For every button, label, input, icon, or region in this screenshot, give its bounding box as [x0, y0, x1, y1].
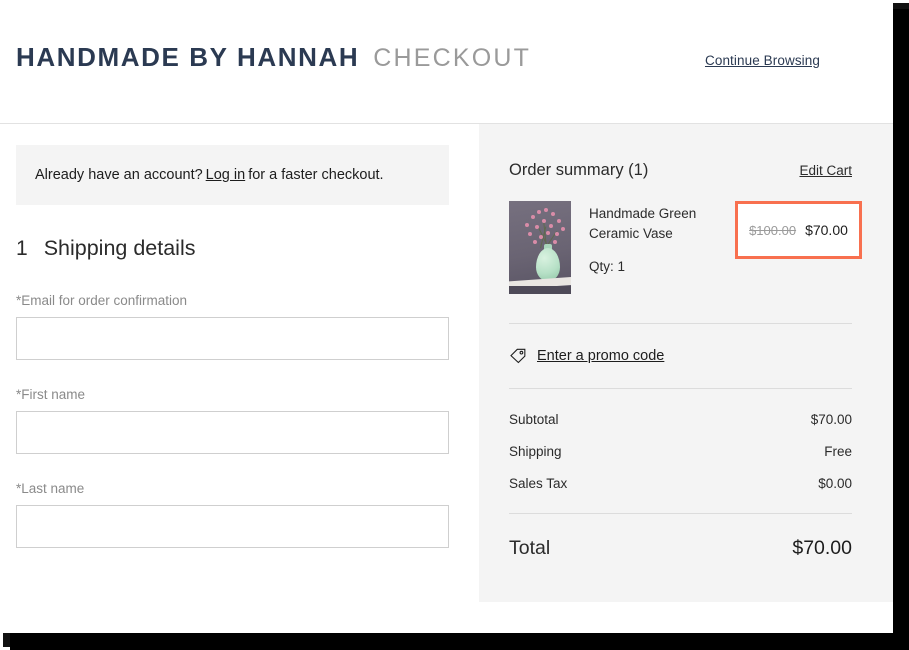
blossom	[544, 208, 548, 212]
window-edge-corner-bottom	[0, 629, 10, 650]
grand-total-label: Total	[509, 537, 551, 559]
shipping-step-heading: 1 Shipping details	[16, 236, 479, 261]
order-summary-header: Order summary (1) Edit Cart	[509, 124, 852, 180]
window-edge-corner	[889, 0, 909, 9]
blossom	[535, 225, 539, 229]
shipping-value: Free	[824, 444, 852, 459]
edit-cart-link[interactable]: Edit Cart	[799, 163, 852, 178]
blossom	[546, 231, 550, 235]
shelf-shadow	[509, 286, 571, 294]
blossom	[539, 235, 543, 239]
log-in-link[interactable]: Log in	[206, 167, 246, 183]
product-thumbnail[interactable]	[509, 201, 571, 294]
blossom	[557, 219, 561, 223]
divider	[509, 388, 852, 389]
checkout-page: HANDMADE BY HANNAH CHECKOUT Continue Bro…	[0, 0, 893, 633]
order-summary-title: Order summary (1)	[509, 161, 649, 179]
first-name-field-label: *First name	[16, 387, 86, 402]
last-name-input[interactable]	[16, 505, 449, 548]
step-title: Shipping details	[43, 236, 196, 260]
totals-list: Subtotal $70.00 Shipping Free Sales Tax …	[509, 412, 852, 491]
grand-total-row: Total $70.00	[509, 537, 852, 560]
cart-line-item: Handmade Green Ceramic Vase Qty: 1 $100.…	[509, 201, 862, 294]
blossom	[528, 232, 532, 236]
first-name-input[interactable]	[16, 411, 449, 454]
sales-tax-row: Sales Tax $0.00	[509, 476, 852, 491]
cart-item-name: Handmade Green Ceramic Vase	[589, 206, 697, 241]
subtotal-row: Subtotal $70.00	[509, 412, 852, 427]
blossom	[551, 212, 555, 216]
login-banner-suffix: for a faster checkout.	[248, 167, 384, 183]
blossom	[561, 227, 565, 231]
step-number: 1	[16, 237, 28, 260]
subtotal-value: $70.00	[810, 412, 852, 427]
window-edge-right	[893, 6, 909, 650]
grand-total-value: $70.00	[792, 537, 852, 559]
shipping-label: Shipping	[509, 444, 562, 459]
checkout-content: Already have an account? Log in for a fa…	[0, 124, 893, 633]
blossom	[525, 223, 529, 227]
divider	[509, 323, 852, 324]
blossom	[555, 232, 559, 236]
subtotal-label: Subtotal	[509, 412, 559, 427]
shipping-row: Shipping Free	[509, 444, 852, 459]
sales-tax-value: $0.00	[818, 476, 852, 491]
screenshot-frame: HANDMADE BY HANNAH CHECKOUT Continue Bro…	[0, 0, 909, 650]
cart-item-qty: Qty: 1	[589, 259, 626, 274]
blossom	[531, 215, 535, 219]
login-banner: Already have an account? Log in for a fa…	[16, 145, 449, 205]
window-edge-bottom	[6, 633, 909, 650]
email-field-label: *Email for order confirmation	[16, 293, 188, 308]
order-summary-panel: Order summary (1) Edit Cart Handmade Gre…	[479, 124, 893, 602]
price-highlight-box: $100.00 $70.00	[735, 201, 862, 259]
email-field-group: *Email for order confirmation	[16, 293, 449, 360]
original-price: $100.00	[749, 222, 797, 238]
promo-code-label: Enter a promo code	[537, 348, 665, 364]
tag-icon	[509, 347, 527, 365]
blossom	[553, 240, 557, 244]
blossom	[537, 210, 541, 214]
continue-browsing-link[interactable]: Continue Browsing	[705, 53, 820, 68]
site-header: HANDMADE BY HANNAH CHECKOUT Continue Bro…	[0, 0, 893, 124]
last-name-field-group: *Last name	[16, 481, 449, 548]
promo-code-row[interactable]: Enter a promo code	[509, 347, 852, 365]
blossom	[533, 240, 537, 244]
login-banner-prefix: Already have an account?	[35, 167, 203, 183]
divider	[509, 513, 852, 514]
sales-tax-label: Sales Tax	[509, 476, 568, 491]
current-price: $70.00	[805, 222, 848, 238]
last-name-field-label: *Last name	[16, 481, 85, 496]
brand-name: HANDMADE BY HANNAH	[16, 42, 360, 72]
cart-item-info: Handmade Green Ceramic Vase Qty: 1	[589, 201, 709, 274]
page-title: CHECKOUT	[373, 44, 532, 72]
order-summary-inner: Order summary (1) Edit Cart Handmade Gre…	[479, 124, 893, 560]
email-input[interactable]	[16, 317, 449, 360]
shipping-column: Already have an account? Log in for a fa…	[0, 124, 479, 548]
vase-body	[536, 248, 560, 281]
blossom	[542, 219, 546, 223]
blossom	[549, 224, 553, 228]
brand-lockup: HANDMADE BY HANNAH CHECKOUT	[16, 42, 531, 73]
first-name-field-group: *First name	[16, 387, 449, 454]
